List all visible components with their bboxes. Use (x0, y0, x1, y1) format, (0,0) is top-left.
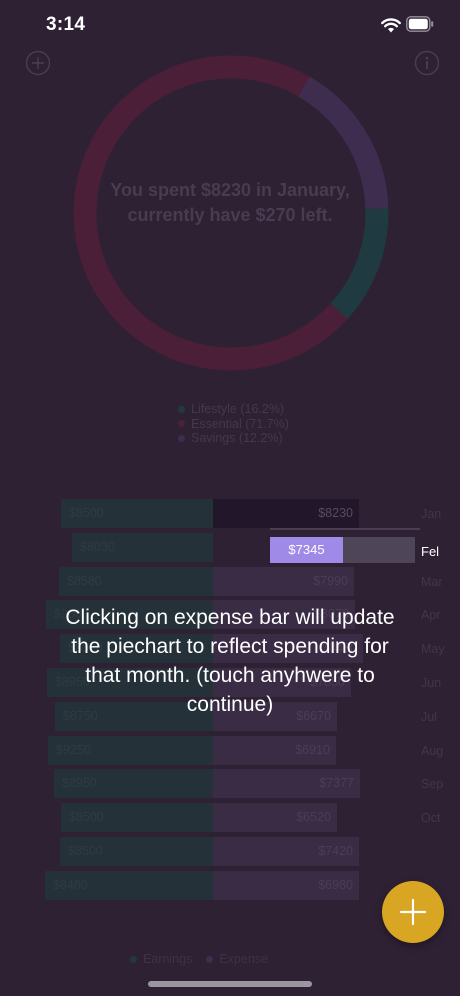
legend-label-lifestyle: Lifestyle (16.2%) (191, 402, 285, 416)
bar-row-oct[interactable]: $8500 $6520 Oct (0, 802, 460, 836)
bar-legend: Earnings Expense (130, 952, 282, 966)
legend-dot-essential (178, 420, 185, 428)
legend-dot-lifestyle (178, 405, 185, 413)
pie-legend: Lifestyle (16.2%) Essential (71.7%) Savi… (178, 402, 289, 446)
expense-value: $7377 (319, 776, 354, 791)
legend-label-earnings: Earnings (143, 952, 193, 966)
tutorial-tip[interactable]: Clicking on expense bar will update the … (54, 603, 406, 719)
earnings-value: $8580 (67, 573, 102, 588)
earnings-bar[interactable]: $9250 (48, 735, 213, 765)
earnings-value: $8500 (68, 843, 103, 858)
earnings-bar[interactable]: $8500 (61, 499, 213, 528)
expense-value: $7990 (313, 573, 348, 588)
earnings-value: $8480 (53, 877, 88, 892)
highlighted-expense-row[interactable]: $7345 Fel (213, 528, 460, 565)
expense-bar[interactable]: $7420 (213, 836, 359, 866)
month-label: Jul (421, 709, 437, 724)
earnings-bar[interactable]: $8500 (61, 803, 213, 833)
legend-label-essential: Essential (71.7%) (191, 416, 289, 431)
bar-row-sep[interactable]: $8950 $7377 Sep (0, 768, 460, 802)
expense-bar[interactable]: $6520 (213, 803, 337, 833)
month-label: Mar (421, 574, 443, 589)
legend-item-essential: Essential (71.7%) (178, 417, 289, 432)
month-label: Aug (421, 743, 444, 758)
highlighted-expense-bar[interactable]: $7345 (270, 537, 343, 563)
month-label: Jun (421, 675, 442, 690)
wifi-icon (381, 18, 401, 33)
highlighted-month-label: Fel (421, 544, 440, 559)
legend-item-lifestyle: Lifestyle (16.2%) (178, 402, 289, 417)
add-expense-button[interactable] (382, 881, 444, 943)
legend-dot-savings (178, 434, 185, 442)
earnings-value: $8500 (69, 810, 104, 825)
legend-dot-expense (206, 955, 214, 963)
bar-row-jan[interactable]: $8500 $8230 Jan (0, 498, 460, 532)
expense-value: $8230 (318, 506, 353, 520)
month-label: Jan (421, 507, 442, 521)
legend-label-savings: Savings (12.2%) (191, 431, 283, 445)
earnings-value: $9250 (56, 742, 91, 757)
status-bar: 3:14 (0, 0, 460, 50)
expense-value: $6910 (295, 742, 330, 757)
info-icon[interactable] (414, 50, 440, 76)
earnings-value: $8500 (69, 506, 104, 520)
expense-bar[interactable]: $8230 (213, 499, 359, 528)
legend-item-savings: Savings (12.2%) (178, 431, 289, 446)
plus-icon (399, 898, 427, 926)
month-label: Oct (421, 811, 441, 826)
bar-row-mar[interactable]: $8580 $7990 Mar (0, 566, 460, 600)
expense-bar[interactable]: $7377 (213, 769, 360, 799)
expense-bar[interactable]: $6910 (213, 735, 336, 765)
battery-icon (406, 16, 434, 32)
month-label: Sep (421, 777, 444, 792)
spending-summary: You spent $8230 in January, currently ha… (110, 180, 350, 225)
bar-row-aug[interactable]: $9250 $6910 Aug (0, 735, 460, 769)
highlight-divider (270, 528, 420, 530)
expense-value: $6980 (318, 877, 353, 892)
earnings-bar[interactable]: $8950 (54, 769, 213, 799)
home-indicator (148, 981, 312, 987)
legend-dot-earnings (130, 955, 137, 963)
earnings-bar[interactable]: $8480 (45, 870, 213, 900)
expense-bar[interactable]: $7990 (213, 566, 354, 596)
add-circle-icon[interactable] (25, 50, 51, 76)
earnings-value: $8950 (62, 776, 97, 791)
expense-bar[interactable]: $6980 (213, 870, 359, 900)
month-label: May (421, 642, 445, 657)
earnings-bar[interactable]: $8030 (72, 532, 213, 562)
legend-label-expense: Expense (219, 952, 268, 966)
earnings-value: $8030 (80, 539, 115, 554)
earnings-bar[interactable]: $8580 (59, 566, 213, 596)
expense-value: $6520 (296, 810, 331, 825)
status-time: 3:14 (46, 14, 86, 35)
bar-row-nov[interactable]: $8500 $7420 (0, 836, 460, 870)
expense-value: $7420 (318, 843, 353, 858)
earnings-bar[interactable]: $8500 (60, 836, 213, 866)
month-label: Apr (421, 608, 441, 623)
